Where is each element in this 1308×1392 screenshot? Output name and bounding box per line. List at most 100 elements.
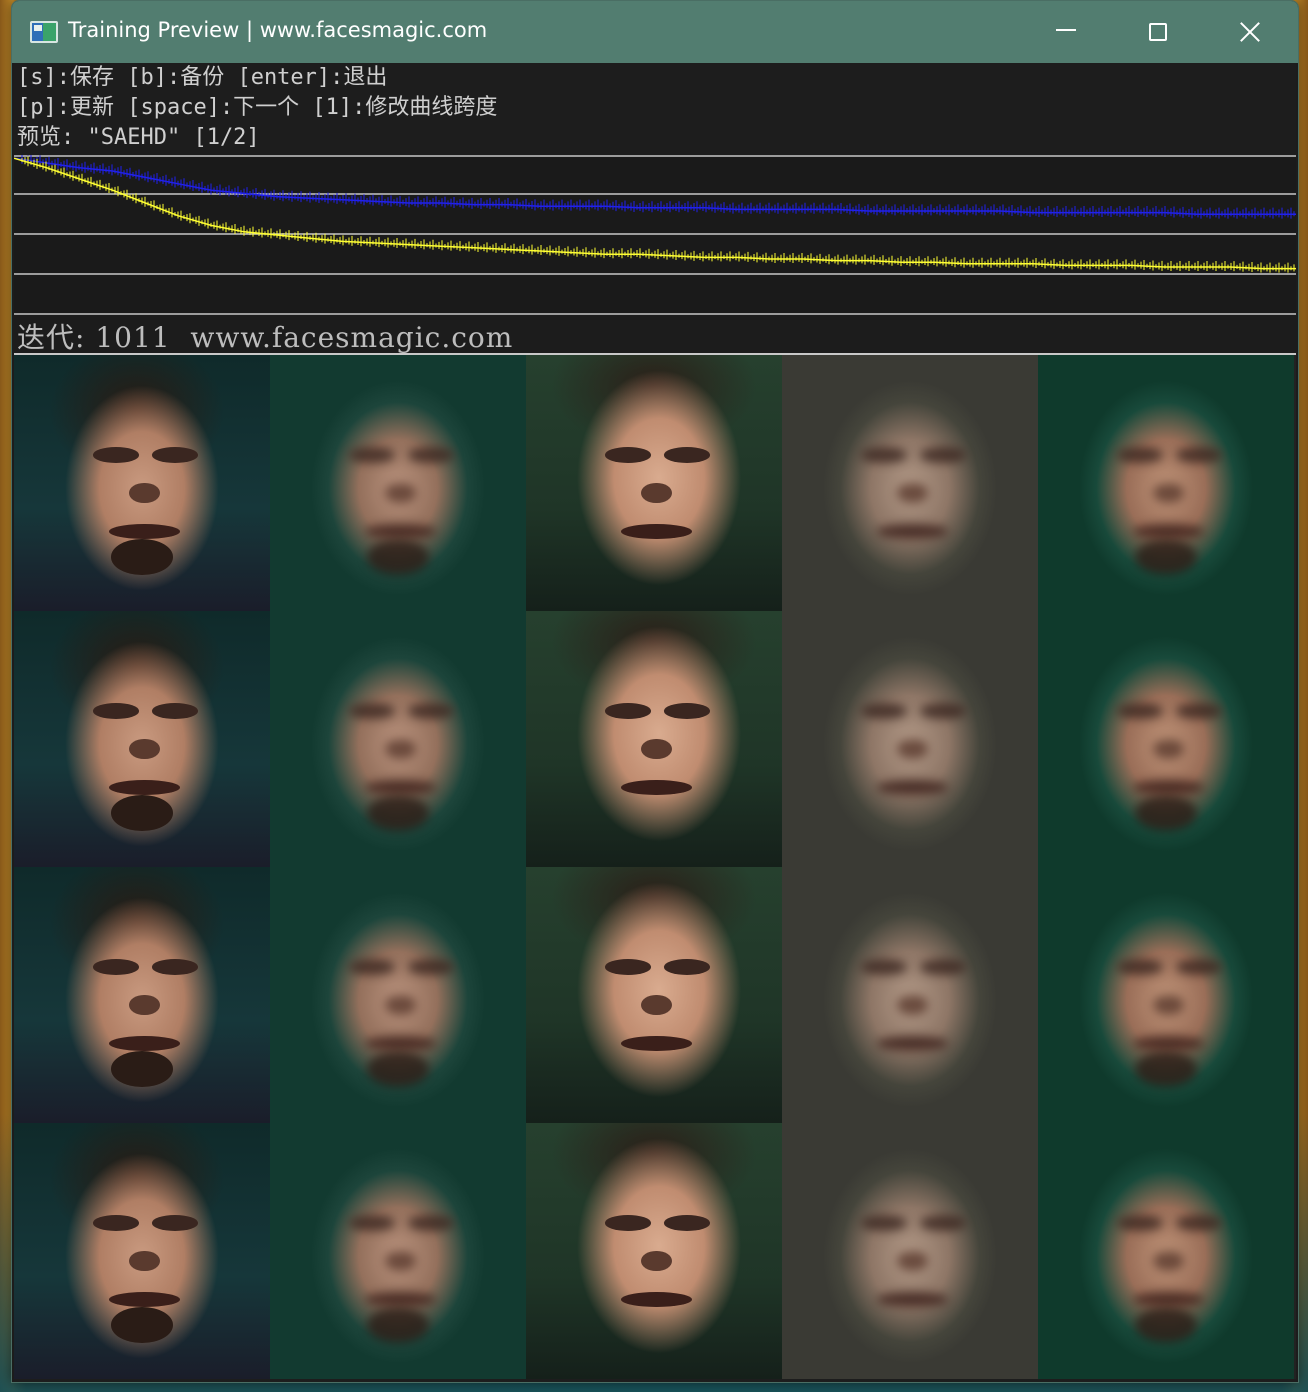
loss-history-graph bbox=[14, 155, 1296, 315]
face-beard bbox=[1135, 1051, 1197, 1088]
face-eye-l bbox=[861, 1215, 908, 1231]
face-nose bbox=[129, 739, 160, 760]
face-nose bbox=[129, 483, 160, 504]
maximize-button[interactable] bbox=[1112, 1, 1204, 63]
face-eye-r bbox=[664, 447, 711, 463]
face-eye-r bbox=[408, 447, 455, 463]
face-beard bbox=[367, 795, 429, 832]
face-nose bbox=[897, 739, 928, 760]
face-eye-r bbox=[152, 959, 199, 975]
face-eye-r bbox=[664, 959, 711, 975]
face-nose bbox=[641, 483, 672, 504]
preview-grid bbox=[14, 355, 1296, 1379]
preview-src-row-1 bbox=[14, 355, 270, 611]
face-eye-r bbox=[920, 959, 967, 975]
face-eye-l bbox=[93, 1215, 140, 1231]
face-mouth bbox=[876, 1035, 949, 1052]
minimize-button[interactable] bbox=[1020, 1, 1112, 63]
face-mouth bbox=[620, 1035, 693, 1052]
face-eye-l bbox=[349, 1215, 396, 1231]
face-eye-l bbox=[605, 959, 652, 975]
face-nose bbox=[1153, 995, 1184, 1016]
face-nose bbox=[1153, 739, 1184, 760]
window-title: Training Preview | www.facesmagic.com bbox=[68, 18, 488, 42]
face-mouth bbox=[108, 1291, 181, 1308]
face-beard bbox=[1135, 795, 1197, 832]
face-mouth bbox=[364, 1035, 437, 1052]
preview-swap-row-1 bbox=[1038, 355, 1294, 611]
face-eye-r bbox=[920, 1215, 967, 1231]
face-nose bbox=[385, 483, 416, 504]
preview-swap-row-2 bbox=[1038, 611, 1294, 867]
face-eye-l bbox=[93, 959, 140, 975]
minimize-icon bbox=[1056, 29, 1076, 31]
preview-dst-reconstruction-row-1 bbox=[782, 355, 1038, 611]
preview-swap-row-4 bbox=[1038, 1123, 1294, 1379]
preview-dst-row-1 bbox=[526, 355, 782, 611]
preview-src-row-4 bbox=[14, 1123, 270, 1379]
face-eye-r bbox=[664, 1215, 711, 1231]
iteration-label: 迭代: 1011 www.facesmagic.com bbox=[17, 321, 514, 354]
face-beard bbox=[111, 795, 173, 832]
maximize-icon bbox=[1149, 23, 1167, 41]
face-nose bbox=[641, 995, 672, 1016]
face-nose bbox=[641, 1251, 672, 1272]
face-eye-r bbox=[408, 703, 455, 719]
face-eye-r bbox=[152, 1215, 199, 1231]
title-bar[interactable]: Training Preview | www.facesmagic.com bbox=[12, 1, 1298, 63]
face-nose bbox=[897, 995, 928, 1016]
preview-dst-reconstruction-row-3 bbox=[782, 867, 1038, 1123]
face-beard bbox=[111, 539, 173, 576]
face-eye-l bbox=[1117, 447, 1164, 463]
face-eye-l bbox=[861, 959, 908, 975]
iteration-bar: 迭代: 1011 www.facesmagic.com bbox=[14, 315, 1296, 355]
face-eye-l bbox=[1117, 959, 1164, 975]
face-nose bbox=[1153, 1251, 1184, 1272]
face-eye-l bbox=[1117, 1215, 1164, 1231]
face-eye-r bbox=[920, 447, 967, 463]
help-line-keys-1: [s]:保存 [b]:备份 [enter]:退出 bbox=[17, 65, 388, 90]
face-beard bbox=[367, 539, 429, 576]
app-window-icon bbox=[30, 21, 58, 43]
face-mouth bbox=[108, 779, 181, 796]
face-nose bbox=[385, 1251, 416, 1272]
face-mouth bbox=[108, 523, 181, 540]
loss-series-noise-0 bbox=[21, 155, 1295, 219]
face-eye-r bbox=[664, 703, 711, 719]
face-beard bbox=[111, 1051, 173, 1088]
face-nose bbox=[129, 1251, 160, 1272]
preview-dst-row-4 bbox=[526, 1123, 782, 1379]
face-mouth bbox=[876, 523, 949, 540]
face-nose bbox=[897, 1251, 928, 1272]
preview-src-reconstruction-row-1 bbox=[270, 355, 526, 611]
preview-src-row-3 bbox=[14, 867, 270, 1123]
face-beard bbox=[367, 1051, 429, 1088]
face-beard bbox=[111, 1307, 173, 1344]
face-eye-l bbox=[605, 703, 652, 719]
face-eye-r bbox=[1176, 1215, 1223, 1231]
face-eye-r bbox=[408, 959, 455, 975]
close-button[interactable] bbox=[1204, 1, 1296, 63]
face-mouth bbox=[364, 523, 437, 540]
face-nose bbox=[641, 739, 672, 760]
preview-model-label: 预览: "SAEHD" [1/2] bbox=[17, 125, 260, 150]
face-mouth bbox=[620, 779, 693, 796]
face-eye-l bbox=[1117, 703, 1164, 719]
preview-content: [s]:保存 [b]:备份 [enter]:退出 [p]:更新 [space]:… bbox=[14, 63, 1296, 1382]
face-eye-l bbox=[349, 703, 396, 719]
face-nose bbox=[385, 995, 416, 1016]
face-mouth bbox=[620, 1291, 693, 1308]
face-beard bbox=[1135, 1307, 1197, 1344]
training-preview-window: Training Preview | www.facesmagic.com [s… bbox=[11, 0, 1299, 1383]
face-eye-r bbox=[920, 703, 967, 719]
face-eye-r bbox=[152, 703, 199, 719]
face-mouth bbox=[1132, 523, 1205, 540]
preview-dst-row-2 bbox=[526, 611, 782, 867]
face-eye-l bbox=[349, 447, 396, 463]
preview-src-reconstruction-row-4 bbox=[270, 1123, 526, 1379]
face-nose bbox=[897, 483, 928, 504]
face-mouth bbox=[364, 1291, 437, 1308]
close-icon bbox=[1239, 21, 1261, 43]
face-eye-l bbox=[605, 1215, 652, 1231]
face-eye-r bbox=[408, 1215, 455, 1231]
